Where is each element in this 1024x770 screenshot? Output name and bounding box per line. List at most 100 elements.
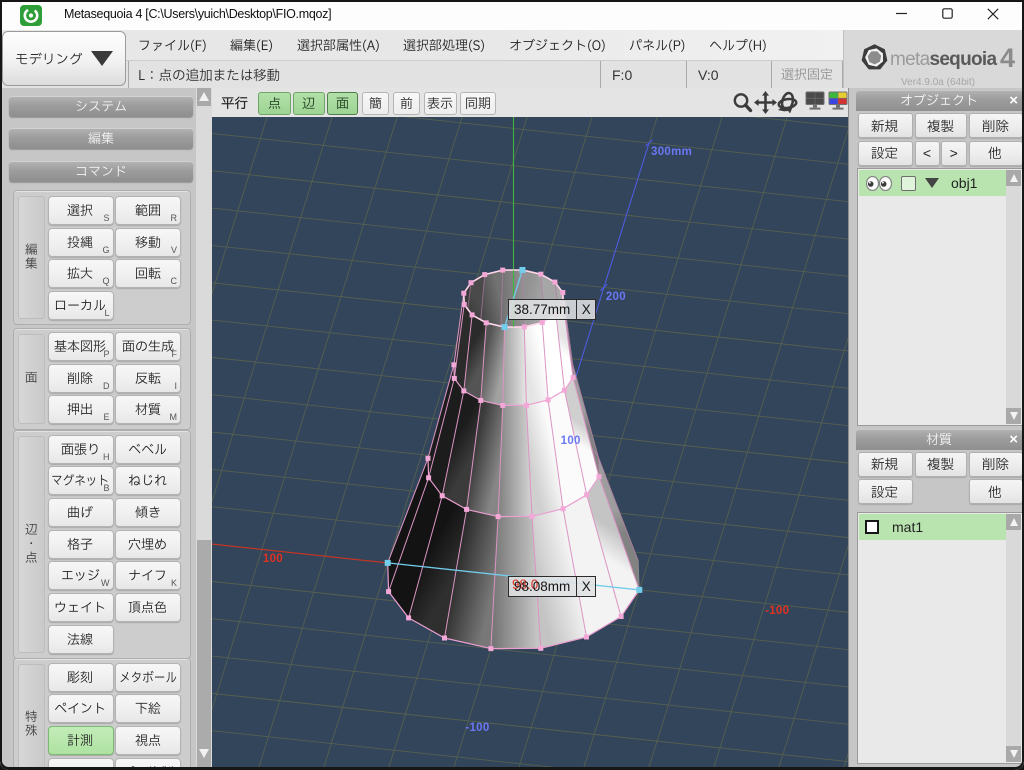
menu-item-0[interactable] — [138, 30, 208, 60]
vp-button-簡[interactable] — [362, 92, 389, 115]
command-button-傾き[interactable] — [115, 498, 181, 527]
rotate-icon[interactable] — [776, 91, 799, 114]
scrollbar-thumb[interactable] — [197, 540, 211, 767]
maximize-button[interactable] — [924, 0, 970, 30]
panel-button-設定[interactable] — [858, 141, 913, 166]
command-button-選択[interactable]: S — [48, 196, 114, 225]
prev-button[interactable]: < — [915, 141, 940, 166]
scroll-up-button[interactable] — [197, 88, 211, 106]
object-panel-header[interactable]: × — [856, 90, 1023, 111]
scroll-down-button[interactable] — [1006, 746, 1021, 762]
scroll-up-button[interactable] — [1006, 170, 1021, 186]
sidebar-header-2[interactable] — [9, 161, 193, 182]
single-view-icon[interactable] — [805, 91, 825, 110]
toggle-面[interactable] — [327, 92, 358, 115]
command-button-材質[interactable]: M — [115, 395, 181, 424]
material-panel-scrollbar[interactable] — [1006, 514, 1021, 762]
sidebar-header-1[interactable] — [9, 128, 193, 149]
material-swatch[interactable] — [865, 520, 879, 534]
mode-selector-button[interactable] — [2, 31, 126, 86]
command-button-回転[interactable]: C — [115, 259, 181, 288]
projection-mode-label[interactable] — [221, 94, 249, 112]
menu-item-2[interactable] — [297, 30, 381, 60]
command-button-彫刻[interactable] — [48, 663, 114, 692]
material-panel-list[interactable]: mat1 — [857, 512, 1023, 764]
command-button-基本図形[interactable]: P — [48, 332, 114, 361]
vp-button-前[interactable] — [393, 92, 420, 115]
command-button-ベベル[interactable] — [115, 435, 181, 464]
panel-button-他[interactable] — [969, 141, 1024, 166]
menu-item-6[interactable] — [709, 30, 768, 60]
command-button-投縄[interactable]: G — [48, 228, 114, 257]
panel-button-複製[interactable] — [915, 113, 967, 138]
toggle-辺[interactable] — [293, 92, 325, 115]
command-button-アーマチャ[interactable] — [48, 758, 114, 767]
toggle-点[interactable] — [258, 92, 291, 115]
menu-item-3[interactable] — [403, 30, 487, 60]
command-button-パス複製[interactable] — [115, 758, 181, 767]
command-button-拡大[interactable]: Q — [48, 259, 114, 288]
sidebar-header-0[interactable] — [9, 96, 193, 117]
lock-checkbox[interactable] — [901, 176, 916, 191]
command-button-ねじれ[interactable] — [115, 466, 181, 495]
command-button-視点[interactable] — [115, 726, 181, 755]
command-button-エッジ[interactable]: W — [48, 561, 114, 590]
panel-button-他[interactable] — [969, 479, 1024, 504]
title-bar: Metasequoia 4 [C:\Users\yuich\Desktop\FI… — [0, 0, 1024, 30]
list-item-mat1[interactable]: mat1 — [859, 514, 1008, 540]
next-button[interactable]: > — [941, 141, 967, 166]
command-button-格子[interactable] — [48, 530, 114, 559]
command-button-面張り[interactable]: H — [48, 435, 114, 464]
list-item-obj1[interactable]: obj1 — [859, 170, 1008, 196]
command-button-ローカル[interactable]: L — [48, 291, 114, 320]
command-button-削除[interactable]: D — [48, 364, 114, 393]
command-button-移動[interactable]: V — [115, 228, 181, 257]
command-button-反転[interactable]: I — [115, 364, 181, 393]
sidebar-scrollbar[interactable] — [196, 88, 212, 767]
expand-triangle-icon[interactable] — [925, 178, 939, 188]
scroll-up-button[interactable] — [1006, 514, 1021, 530]
object-panel-list[interactable]: obj1 — [857, 168, 1023, 426]
scroll-down-icon[interactable] — [199, 749, 209, 758]
panel-button-設定[interactable] — [858, 479, 913, 504]
zoom-icon[interactable] — [731, 91, 754, 114]
measure-close-button[interactable]: X — [576, 577, 595, 596]
menu-item-4[interactable] — [509, 30, 607, 60]
panel-button-複製[interactable] — [915, 452, 967, 477]
viewport-3d-canvas[interactable]: 98.098.08mmX38.77mmX -100100200300mm100-… — [212, 117, 848, 767]
panel-button-新規[interactable] — [858, 452, 913, 477]
command-button-穴埋め[interactable] — [115, 530, 181, 559]
menu-item-5[interactable] — [629, 30, 687, 60]
command-button-頂点色[interactable] — [115, 593, 181, 622]
command-button-マグネット[interactable]: B — [48, 466, 114, 495]
quad-view-icon[interactable] — [828, 91, 848, 110]
command-button-ペイント[interactable] — [48, 694, 114, 723]
measure-close-button[interactable]: X — [576, 300, 595, 319]
menu-item-1[interactable] — [230, 30, 275, 60]
command-button-計測[interactable] — [48, 726, 114, 755]
selection-lock-cell[interactable] — [772, 61, 843, 88]
scroll-down-button[interactable] — [1006, 408, 1021, 424]
pan-icon[interactable] — [754, 91, 777, 114]
panel-button-削除[interactable] — [969, 452, 1024, 477]
panel-button-削除[interactable] — [969, 113, 1024, 138]
command-button-メタボール[interactable] — [115, 663, 181, 692]
object-panel-scrollbar[interactable] — [1006, 170, 1021, 424]
command-button-法線[interactable] — [48, 625, 114, 654]
command-button-範囲[interactable]: R — [115, 196, 181, 225]
command-button-押出[interactable]: E — [48, 395, 114, 424]
command-button-面の生成[interactable]: F — [115, 332, 181, 361]
material-panel-header[interactable]: × — [856, 429, 1023, 450]
command-button-ウェイト[interactable] — [48, 593, 114, 622]
close-panel-icon[interactable]: × — [1009, 431, 1018, 448]
panel-button-新規[interactable] — [858, 113, 913, 138]
close-button[interactable] — [970, 0, 1016, 30]
visibility-eyes-icon[interactable] — [866, 176, 892, 191]
close-panel-icon[interactable]: × — [1009, 92, 1018, 109]
command-button-下絵[interactable] — [115, 694, 181, 723]
command-button-曲げ[interactable] — [48, 498, 114, 527]
command-button-ナイフ[interactable]: K — [115, 561, 181, 590]
vp-button-同期[interactable] — [460, 92, 496, 115]
minimize-button[interactable] — [878, 0, 924, 30]
vp-button-表示[interactable] — [424, 92, 457, 115]
